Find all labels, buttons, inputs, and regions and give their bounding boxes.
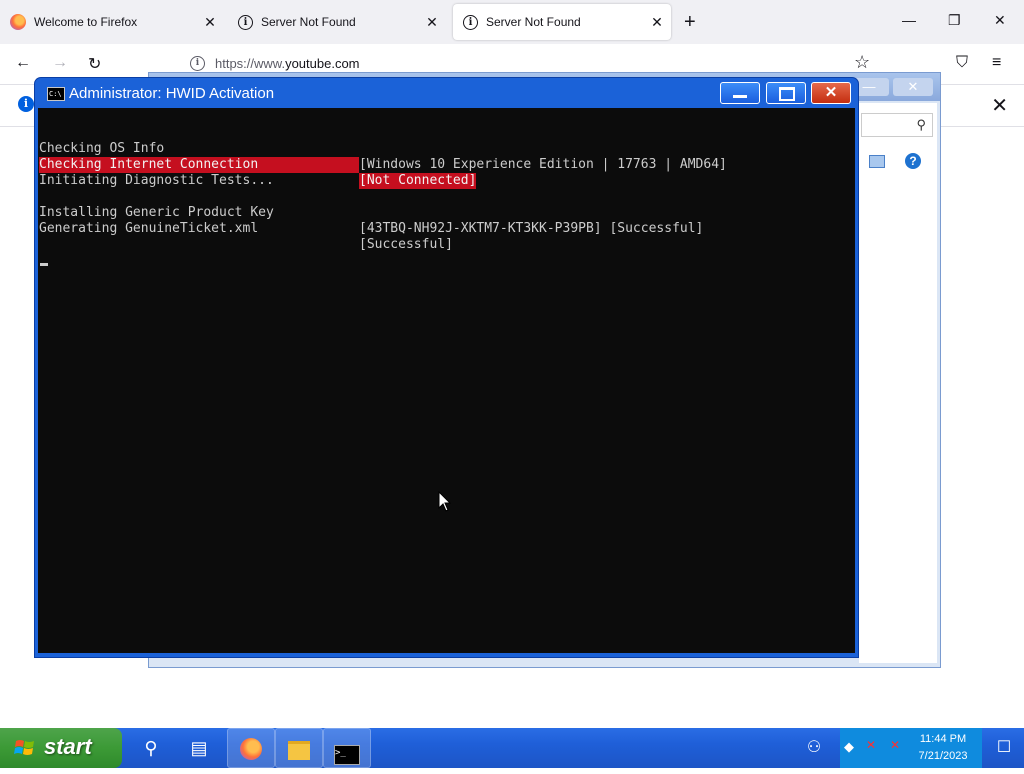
console-line: Generating GenuineTicket.xml [Successful… [39,205,453,252]
help-icon[interactable]: ? [905,153,921,169]
network-disconnected-icon[interactable]: ✕ [866,738,876,752]
info-icon: i [18,96,34,112]
console-label: Generating GenuineTicket.xml [39,221,259,236]
tab-welcome[interactable]: Welcome to Firefox ✕ [0,0,224,44]
people-icon[interactable]: ⚇ [790,728,838,768]
close-notification-icon[interactable]: ✕ [991,93,1008,118]
console-label: Checking Internet Connection [39,157,359,173]
windows-flag-icon [14,740,34,755]
console-value: [43TBQ-NH92J-XKTM7-KT3KK-P39PB] [Success… [359,221,704,236]
console-label: Initiating Diagnostic Tests... [39,173,274,188]
maximize-icon [767,83,805,103]
console-value: [Not Connected] [359,173,477,189]
close-icon: ✕ [824,84,838,101]
close-window-icon[interactable]: ✕ [994,12,1006,29]
pane-icon[interactable] [869,155,885,168]
forward-icon[interactable]: → [52,54,68,72]
file-explorer-button[interactable] [275,728,323,768]
console-line-highlighted: Checking Internet Connection [Not Connec… [39,141,477,189]
maximize-button[interactable] [766,82,806,104]
search-icon[interactable]: ⚲ [127,728,175,768]
new-tab-button[interactable]: + [684,12,696,32]
minimize-button[interactable] [720,82,760,104]
tab-strip: Welcome to Firefox ✕ i Server Not Found … [0,0,1024,44]
site-info-icon[interactable]: i [190,56,205,71]
cmd-taskbar-icon: >_ [334,745,360,765]
background-window-panel [859,103,937,663]
console-line: Checking OS Info [Windows 10 Experience … [39,125,727,172]
cmd-icon: C:\ [47,87,65,101]
console-value: [Successful] [359,237,453,252]
info-icon: i [238,14,253,30]
restore-icon[interactable]: ❐ [948,12,961,29]
reload-icon[interactable]: ↻ [88,54,101,74]
bookmark-star-icon[interactable]: ☆ [854,52,870,73]
close-tab-icon[interactable]: ✕ [649,14,665,30]
close-button[interactable]: ✕ [811,82,851,104]
console-value: [Windows 10 Experience Edition | 17763 |… [359,157,727,172]
close-tab-icon[interactable]: ✕ [202,14,218,30]
cmd-titlebar[interactable]: C:\ Administrator: HWID Activation ✕ [35,78,858,108]
console-output[interactable]: Checking OS Info [Windows 10 Experience … [38,108,855,653]
menu-icon[interactable]: ≡ [992,54,1001,72]
action-center-icon[interactable]: ☐ [984,728,1024,768]
start-label: start [44,734,92,759]
text-cursor [40,263,48,266]
url-host: youtube.com [285,56,360,71]
url-scheme: https://www. [215,56,286,71]
minimize-icon [721,83,759,103]
start-button[interactable]: start [0,728,122,768]
back-icon[interactable]: ← [15,54,31,72]
clock-time: 11:44 PM [919,733,967,745]
taskbar: start ⚲ ▤ >_ ⚇ ◆ ✕ ✕ 11:44 PM 7/21/2023 … [0,728,1024,768]
clock-date: 7/21/2023 [918,750,968,762]
clock[interactable]: 11:44 PM 7/21/2023 [904,731,982,765]
cmd-taskbar-button[interactable]: >_ [323,728,371,768]
tab-label: Server Not Found [261,15,356,29]
close-tab-icon[interactable]: ✕ [424,14,440,30]
task-view-icon[interactable]: ▤ [175,728,223,768]
firefox-taskbar-button[interactable] [227,728,275,768]
tab-server-not-found-2[interactable]: i Server Not Found ✕ [453,4,671,40]
defender-icon[interactable]: ◆ [844,739,854,755]
tab-label: Server Not Found [486,15,581,29]
volume-muted-icon[interactable]: ✕ [890,738,900,752]
cmd-window: C:\ Administrator: HWID Activation ✕ Che… [35,78,858,657]
console-line: Initiating Diagnostic Tests... [39,157,274,188]
console-line: Installing Generic Product Key [43TBQ-NH… [39,189,703,236]
window-title: Administrator: HWID Activation [69,85,275,102]
mouse-pointer-icon [438,491,452,512]
close-icon[interactable]: ✕ [893,78,933,96]
minimize-icon[interactable]: — [902,12,916,28]
tab-label: Welcome to Firefox [34,15,138,29]
pocket-icon[interactable]: ⛉ [956,54,968,72]
file-explorer-icon [288,741,310,760]
tab-server-not-found-1[interactable]: i Server Not Found ✕ [228,0,446,44]
firefox-taskbar-icon [240,738,262,760]
url-text: https://www.youtube.com [215,56,360,71]
info-icon: i [463,14,478,30]
search-box[interactable]: ⚲ [861,113,933,137]
search-icon: ⚲ [916,117,926,132]
firefox-icon [10,14,26,30]
